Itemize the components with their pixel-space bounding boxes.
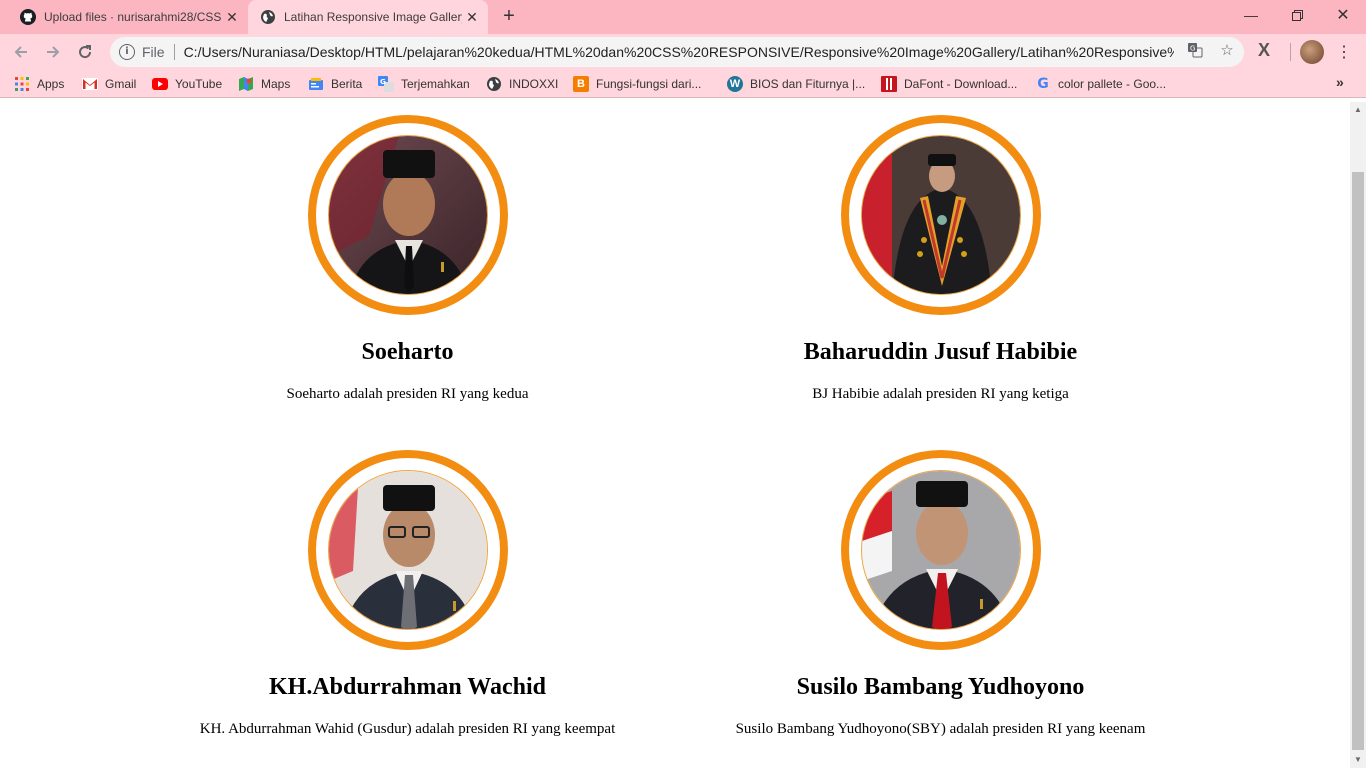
bookmark-label: color pallete - Goo... <box>1058 77 1167 91</box>
vertical-scrollbar[interactable]: ▲ ▼ <box>1350 102 1366 768</box>
news-icon <box>308 76 324 92</box>
wordpress-icon: W <box>727 76 743 92</box>
bookmark-youtube[interactable]: YouTube <box>152 76 222 92</box>
bookmark-fungsi[interactable]: B Fungsi-fungsi dari... <box>573 76 701 92</box>
bookmark-label: Maps <box>261 77 291 91</box>
bookmark-dafont[interactable]: DaFont - Download... <box>881 76 1017 92</box>
scroll-thumb[interactable] <box>1352 172 1364 750</box>
svg-text:G: G <box>1190 45 1195 53</box>
scroll-down-arrow-icon[interactable]: ▼ <box>1350 752 1366 768</box>
photo-frame <box>841 115 1041 315</box>
restore-icon[interactable] <box>1274 0 1320 30</box>
person-name: Soeharto <box>361 339 454 365</box>
bookmark-label: Berita <box>331 77 363 91</box>
portrait-habibie[interactable] <box>861 135 1021 295</box>
browser-toolbar: i File C:/Users/Nuraniasa/Desktop/HTML/p… <box>0 34 1366 70</box>
tab-title: Upload files · nurisarahmi28/CSS <box>44 10 222 24</box>
youtube-icon <box>152 76 168 92</box>
person-description: KH. Abdurrahman Wahid (Gusdur) adalah pr… <box>199 721 616 737</box>
bookmark-color-pallete[interactable]: G color pallete - Goo... <box>1035 76 1166 92</box>
divider <box>173 44 175 60</box>
bookmark-terjemahkan[interactable]: G Terjemahkan <box>378 76 470 92</box>
tab-title: Latihan Responsive Image Gallery <box>284 10 462 24</box>
bookmark-indoxxi[interactable]: INDOXXI <box>486 76 558 92</box>
gallery-card: Baharuddin Jusuf Habibie BJ Habibie adal… <box>674 102 1207 422</box>
close-window-icon[interactable]: ✕ <box>1320 0 1366 30</box>
bookmark-maps[interactable]: Maps <box>238 76 290 92</box>
bookmark-bios[interactable]: W BIOS dan Fiturnya |... <box>727 76 865 92</box>
profile-avatar[interactable] <box>1300 40 1324 64</box>
github-icon <box>20 9 36 25</box>
scroll-up-arrow-icon[interactable]: ▲ <box>1350 102 1366 118</box>
translate-icon: G <box>378 76 394 92</box>
bookmark-label: Gmail <box>105 77 137 91</box>
globe-icon <box>486 76 502 92</box>
gallery-page: Soeharto Soeharto adalah presiden RI yan… <box>0 102 1350 768</box>
dafont-icon <box>881 76 897 92</box>
bookmark-label: Terjemahkan <box>401 77 470 91</box>
bookmark-label: BIOS dan Fiturnya |... <box>750 77 866 91</box>
minimize-icon[interactable]: — <box>1228 0 1274 30</box>
person-name: Baharuddin Jusuf Habibie <box>803 339 1078 365</box>
globe-icon <box>260 9 276 25</box>
svg-text:G: G <box>380 78 386 86</box>
close-tab-icon[interactable]: ✕ <box>222 9 242 26</box>
gallery-card: KH.Abdurrahman Wachid KH. Abdurrahman Wa… <box>141 437 674 757</box>
gallery-card: Soeharto Soeharto adalah presiden RI yan… <box>141 102 674 422</box>
blogger-icon: B <box>573 76 589 92</box>
url-text[interactable]: C:/Users/Nuraniasa/Desktop/HTML/pelajara… <box>184 44 1174 60</box>
more-bookmarks-icon[interactable]: » <box>1336 74 1344 90</box>
bookmark-star-icon[interactable]: ☆ <box>1218 42 1236 60</box>
maps-icon <box>238 76 254 92</box>
bookmark-label: Apps <box>37 77 65 91</box>
new-tab-icon[interactable]: + <box>498 6 520 28</box>
person-description: Soeharto adalah presiden RI yang kedua <box>286 386 529 402</box>
bookmark-apps[interactable]: Apps <box>14 76 64 92</box>
tab-latihan-gallery[interactable]: Latihan Responsive Image Gallery ✕ <box>248 0 488 34</box>
google-icon: G <box>1037 76 1049 92</box>
bookmark-label: DaFont - Download... <box>904 77 1018 91</box>
photo-frame <box>308 450 508 650</box>
bookmark-berita[interactable]: Berita <box>308 76 362 92</box>
photo-frame <box>308 115 508 315</box>
url-scheme: File <box>142 44 165 60</box>
photo-frame <box>841 450 1041 650</box>
translate-icon[interactable]: G <box>1186 42 1204 60</box>
apps-grid-icon <box>14 76 30 92</box>
extension-x-icon[interactable]: X <box>1258 40 1270 61</box>
menu-kebab-icon[interactable]: ⋮ <box>1336 42 1352 62</box>
back-icon[interactable] <box>8 39 34 65</box>
portrait-soeharto[interactable] <box>328 135 488 295</box>
portrait-abdurrahman-wahid[interactable] <box>328 470 488 630</box>
bookmark-label: YouTube <box>175 77 223 91</box>
bookmark-label: INDOXXI <box>509 77 559 91</box>
gmail-icon <box>82 76 98 92</box>
tab-upload-files[interactable]: Upload files · nurisarahmi28/CSS ✕ <box>8 0 248 34</box>
gallery-card: Susilo Bambang Yudhoyono Susilo Bambang … <box>674 437 1207 757</box>
reload-icon[interactable] <box>72 39 98 65</box>
person-name: KH.Abdurrahman Wachid <box>269 674 546 700</box>
person-description: BJ Habibie adalah presiden RI yang ketig… <box>812 386 1069 402</box>
forward-icon[interactable] <box>40 39 66 65</box>
toolbar-divider <box>1290 43 1291 61</box>
address-bar[interactable]: i File C:/Users/Nuraniasa/Desktop/HTML/p… <box>110 37 1244 67</box>
bookmark-gmail[interactable]: Gmail <box>82 76 136 92</box>
info-icon[interactable]: i <box>119 44 135 60</box>
bookmarks-bar: Apps Gmail YouTube Maps Berita G Terjema… <box>0 70 1366 98</box>
person-description: Susilo Bambang Yudhoyono(SBY) adalah pre… <box>735 721 1146 737</box>
tab-strip: Upload files · nurisarahmi28/CSS ✕ Latih… <box>0 0 1366 34</box>
portrait-sby[interactable] <box>861 470 1021 630</box>
close-tab-icon[interactable]: ✕ <box>462 9 482 26</box>
bookmark-label: Fungsi-fungsi dari... <box>596 77 702 91</box>
person-name: Susilo Bambang Yudhoyono <box>796 674 1085 700</box>
